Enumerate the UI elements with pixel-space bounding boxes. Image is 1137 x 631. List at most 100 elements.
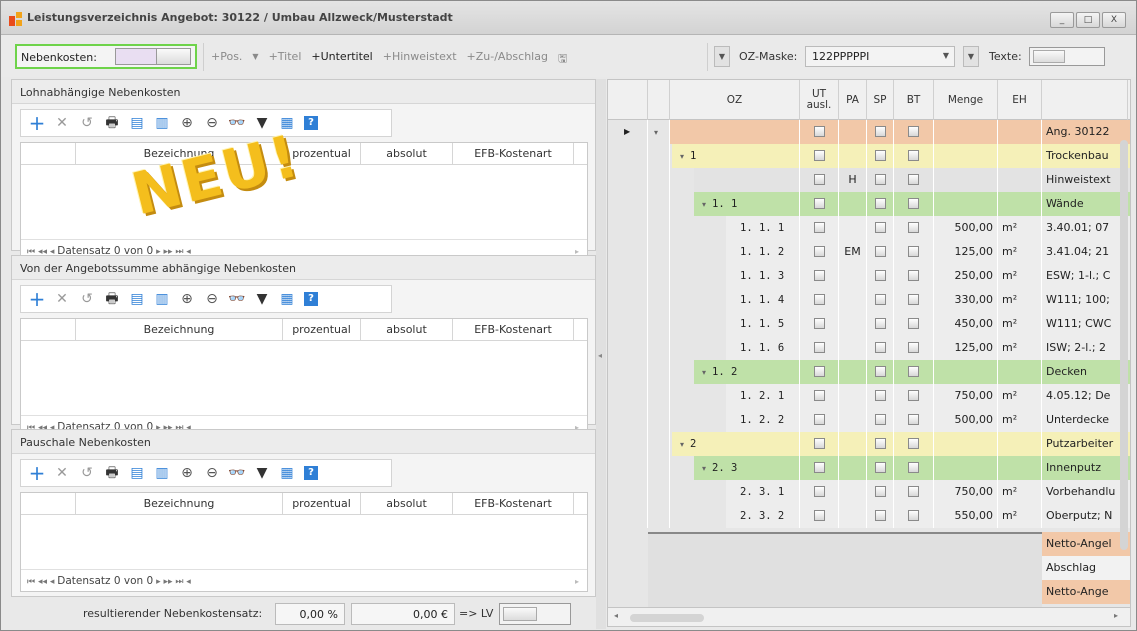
- vertical-scrollbar[interactable]: [1120, 140, 1128, 550]
- maximize-button[interactable]: □: [1076, 12, 1100, 28]
- delete-icon[interactable]: ✕: [54, 465, 70, 481]
- preview-icon[interactable]: ▤: [129, 291, 145, 307]
- checkbox[interactable]: [813, 366, 825, 377]
- column-header[interactable]: EFB-Kostenart: [453, 493, 574, 515]
- zoom-in-icon[interactable]: ⊕: [179, 291, 195, 307]
- expander-icon[interactable]: ▾: [680, 440, 684, 449]
- texte-toggle[interactable]: [1029, 47, 1105, 66]
- checkbox[interactable]: [813, 414, 825, 425]
- checkbox[interactable]: [874, 462, 886, 473]
- chevron-down-icon[interactable]: ▼: [938, 46, 954, 67]
- column-header[interactable]: EH: [998, 80, 1042, 120]
- undo-icon[interactable]: ↺: [79, 465, 95, 481]
- nav-prev-icon[interactable]: ⏮ ◂◂ ◂: [27, 577, 57, 587]
- plus-icon[interactable]: +: [29, 463, 46, 483]
- checkbox[interactable]: [908, 366, 919, 377]
- column-header[interactable]: BT: [894, 80, 934, 120]
- column-header[interactable]: SP: [867, 80, 894, 120]
- checkbox[interactable]: [874, 270, 886, 281]
- checkbox[interactable]: [813, 462, 825, 473]
- table-row[interactable]: 1. 2. 1 750,00 m² 4.05.12; De: [608, 384, 1130, 408]
- columns-icon[interactable]: ▥: [154, 465, 170, 481]
- column-header[interactable]: prozentual: [283, 493, 361, 515]
- table-row[interactable]: 1. 1. 6 125,00 m² ISW; 2-l.; 2: [608, 336, 1130, 360]
- to-lv-toggle[interactable]: [499, 603, 571, 625]
- table-row[interactable]: 1. 1. 3 250,00 m² ESW; 1-l.; C: [608, 264, 1130, 288]
- checkbox[interactable]: [813, 126, 825, 137]
- checkbox[interactable]: [908, 270, 919, 281]
- checkbox[interactable]: [908, 126, 919, 137]
- checkbox[interactable]: [908, 342, 919, 353]
- undo-icon[interactable]: ↺: [79, 291, 95, 307]
- preview-icon[interactable]: ▤: [129, 115, 145, 131]
- checkbox[interactable]: [908, 150, 919, 161]
- column-header[interactable]: absolut: [361, 143, 453, 165]
- binoculars-icon[interactable]: 👓: [228, 291, 245, 307]
- filter-icon[interactable]: ▼: [254, 465, 270, 481]
- checkbox[interactable]: [908, 318, 919, 329]
- table-row[interactable]: H Hinweistext: [608, 168, 1130, 192]
- checkbox[interactable]: [908, 438, 919, 449]
- expander-icon[interactable]: ▾: [680, 152, 684, 161]
- help-icon[interactable]: ?: [304, 116, 318, 130]
- table-row[interactable]: ▾ 2. 3 Innenputz: [608, 456, 1130, 480]
- zoom-out-icon[interactable]: ⊖: [204, 291, 220, 307]
- chevron-down-icon[interactable]: ▼: [963, 46, 979, 67]
- table-row[interactable]: 2. 3. 2 550,00 m² Oberputz; N: [608, 504, 1130, 528]
- checkbox[interactable]: [908, 390, 919, 401]
- column-header[interactable]: Bezeichnung: [76, 319, 283, 341]
- add-title-button[interactable]: +Titel: [269, 50, 302, 69]
- expander-icon[interactable]: ▾: [702, 464, 706, 473]
- delete-icon[interactable]: ✕: [54, 291, 70, 307]
- print-icon[interactable]: 🖶: [104, 465, 120, 481]
- nav-next-icon[interactable]: ▸ ▸▸ ⏭ ◂: [153, 577, 191, 587]
- checkbox[interactable]: [813, 510, 825, 521]
- nebenkosten-toggle[interactable]: [115, 48, 191, 65]
- oz-mask-select[interactable]: 122PPPPPI: [805, 46, 955, 67]
- checkbox[interactable]: [813, 246, 825, 257]
- zoom-in-icon[interactable]: ⊕: [179, 115, 195, 131]
- checkbox[interactable]: [874, 174, 886, 185]
- binoculars-icon[interactable]: 👓: [228, 115, 245, 131]
- column-header[interactable]: PA: [839, 80, 867, 120]
- add-position-button[interactable]: +Pos.: [211, 50, 242, 69]
- table-row[interactable]: 2. 3. 1 750,00 m² Vorbehandlu: [608, 480, 1130, 504]
- summary-row[interactable]: Netto-Angel: [1042, 532, 1130, 556]
- checkbox[interactable]: [908, 222, 919, 233]
- checkbox[interactable]: [908, 246, 919, 257]
- checkbox[interactable]: [908, 486, 919, 497]
- checkbox[interactable]: [908, 174, 919, 185]
- chevron-right-icon[interactable]: ▸: [575, 577, 579, 586]
- help-icon[interactable]: ?: [304, 292, 318, 306]
- plus-icon[interactable]: +: [29, 113, 46, 133]
- checkbox[interactable]: [874, 150, 886, 161]
- checkbox[interactable]: [813, 294, 825, 305]
- print-icon[interactable]: 🖶: [104, 291, 120, 307]
- add-subtitle-button[interactable]: +Untertitel: [311, 50, 372, 69]
- checkbox[interactable]: [813, 222, 825, 233]
- checkbox[interactable]: [813, 270, 825, 281]
- checkbox[interactable]: [908, 198, 919, 209]
- preview-icon[interactable]: ▤: [129, 465, 145, 481]
- binoculars-icon[interactable]: 👓: [228, 465, 245, 481]
- checkbox[interactable]: [874, 486, 886, 497]
- table-row[interactable]: 1. 1. 1 500,00 m² 3.40.01; 07: [608, 216, 1130, 240]
- checkbox[interactable]: [874, 318, 886, 329]
- chevron-left-icon[interactable]: ◂: [614, 611, 618, 620]
- expander-icon[interactable]: ▾: [702, 200, 706, 209]
- checkbox[interactable]: [908, 510, 919, 521]
- filter-icon[interactable]: ▼: [254, 291, 270, 307]
- expander-icon[interactable]: ▾: [702, 368, 706, 377]
- print-icon[interactable]: 🖶: [104, 115, 120, 131]
- column-header[interactable]: Bezeichnung: [76, 493, 283, 515]
- table-row[interactable]: 1. 1. 5 450,00 m² W111; CWC: [608, 312, 1130, 336]
- settings-grid-icon[interactable]: ▦: [279, 465, 295, 481]
- zoom-in-icon[interactable]: ⊕: [179, 465, 195, 481]
- chevron-down-icon[interactable]: ▼: [714, 46, 730, 67]
- table-row[interactable]: ▶ ▾ Ang. 30122: [608, 120, 1130, 144]
- column-header[interactable]: Menge: [934, 80, 998, 120]
- checkbox[interactable]: [813, 174, 825, 185]
- checkbox[interactable]: [908, 462, 919, 473]
- summary-row[interactable]: Abschlag: [1042, 556, 1130, 580]
- chevron-down-icon[interactable]: ▼: [252, 50, 258, 69]
